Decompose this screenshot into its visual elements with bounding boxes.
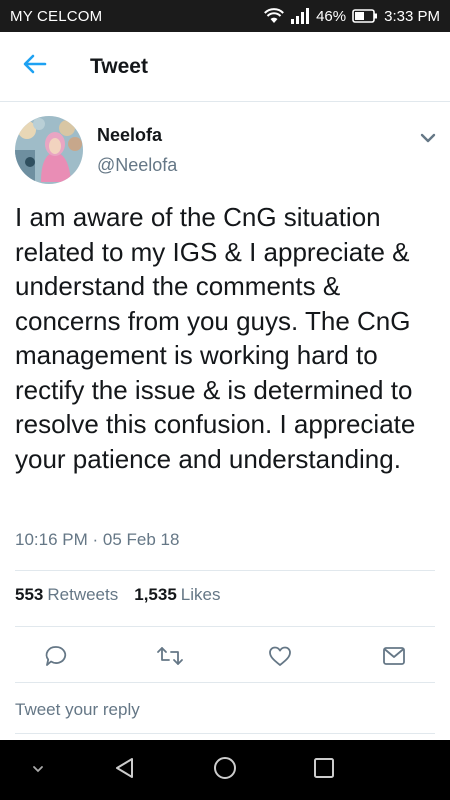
- nav-recents-button[interactable]: [304, 750, 344, 790]
- carrier-name: MY CELCOM: [10, 7, 103, 25]
- message-icon: [382, 646, 406, 671]
- arrow-left-icon: [23, 54, 47, 79]
- android-nav-bar: [0, 740, 450, 800]
- tweet-actions: [0, 640, 450, 676]
- reply-input[interactable]: Tweet your reply: [15, 700, 140, 720]
- clock: 3:33 PM: [384, 7, 440, 25]
- avatar[interactable]: [15, 116, 83, 184]
- chevron-down-icon: [31, 761, 45, 779]
- reply-button[interactable]: [38, 640, 74, 676]
- tweet-author: Neelofa @Neelofa: [0, 103, 450, 193]
- divider: [15, 626, 435, 627]
- signal-icon: [290, 8, 310, 24]
- circle-home-icon: [213, 756, 237, 785]
- retweet-button[interactable]: [152, 640, 188, 676]
- nav-home-button[interactable]: [205, 750, 245, 790]
- divider: [15, 570, 435, 571]
- direct-message-button[interactable]: [376, 640, 412, 676]
- likes-count: 1,535: [134, 585, 177, 604]
- status-bar: MY CELCOM 46% 3:33 PM: [0, 0, 450, 32]
- page-title: Tweet: [90, 54, 148, 78]
- tweet-text: I am aware of the CnG situation related …: [15, 202, 416, 474]
- author-handle[interactable]: @Neelofa: [97, 155, 177, 176]
- wifi-icon: [264, 8, 285, 24]
- retweets-stat[interactable]: 553 Retweets: [15, 585, 118, 605]
- divider: [15, 682, 435, 683]
- tweet-timestamp: 10:16 PM · 05 Feb 18: [15, 530, 180, 549]
- retweets-label: Retweets: [47, 585, 119, 604]
- triangle-back-icon: [114, 757, 136, 784]
- app-header: Tweet: [0, 32, 450, 102]
- author-name[interactable]: Neelofa: [97, 125, 162, 146]
- battery-percent: 46%: [316, 7, 347, 25]
- nav-back-button[interactable]: [105, 750, 145, 790]
- hide-nav-button[interactable]: [18, 750, 58, 790]
- chevron-down-icon: [420, 130, 436, 148]
- like-icon: [268, 645, 292, 672]
- like-button[interactable]: [262, 640, 298, 676]
- divider: [15, 733, 435, 734]
- reply-icon: [44, 644, 68, 673]
- likes-label: Likes: [180, 585, 221, 604]
- status-icons: 46% 3:33 PM: [264, 8, 440, 25]
- back-button[interactable]: [0, 32, 70, 102]
- retweets-count: 553: [15, 585, 44, 604]
- tweet-stats: 553 Retweets 1,535 Likes: [15, 585, 220, 605]
- battery-icon: [352, 9, 378, 23]
- retweet-icon: [156, 645, 184, 672]
- square-recents-icon: [313, 757, 335, 784]
- tweet-options-button[interactable]: [414, 125, 442, 153]
- likes-stat[interactable]: 1,535 Likes: [134, 585, 220, 605]
